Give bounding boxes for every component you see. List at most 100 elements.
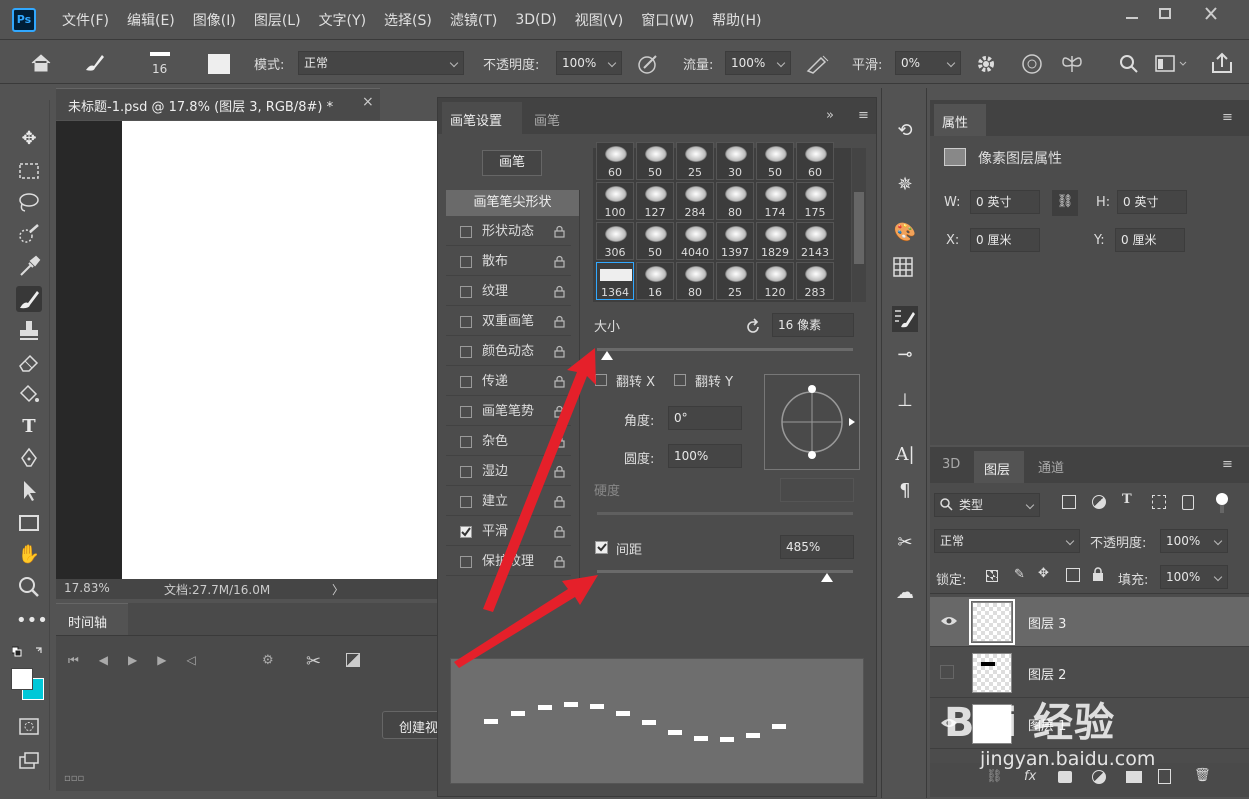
rectangle-tool-icon[interactable] <box>16 510 42 536</box>
lock-icon[interactable] <box>554 315 565 328</box>
brush-option-checkbox[interactable] <box>460 556 472 568</box>
history-icon[interactable]: ⟲ <box>892 118 918 144</box>
brush-option-checkbox[interactable] <box>460 526 472 538</box>
pen-tool-icon[interactable] <box>16 446 42 472</box>
lock-icon[interactable] <box>554 525 565 538</box>
lock-pixels-icon[interactable]: ✎ <box>1014 567 1025 582</box>
tab-channels[interactable]: 通道 <box>1038 457 1064 476</box>
collapse-icon[interactable]: » <box>826 108 834 123</box>
layer-thumbnail[interactable] <box>972 704 1012 744</box>
layer-row[interactable]: 图层 3 <box>930 597 1249 647</box>
brush-option-item[interactable]: 画笔笔势 <box>446 398 571 426</box>
angle-input[interactable]: 0° <box>668 406 742 430</box>
brush-option-checkbox[interactable] <box>460 496 472 508</box>
paragraph-panel-icon[interactable]: ¶ <box>892 478 918 504</box>
brush-option-checkbox[interactable] <box>460 256 472 268</box>
brush-option-item[interactable]: 颜色动态 <box>446 338 571 366</box>
brush-preset[interactable]: 50 <box>756 142 794 180</box>
tab-layers[interactable]: 图层 <box>974 451 1024 483</box>
x-input[interactable]: 0 厘米 <box>970 228 1040 252</box>
brush-option-item[interactable]: 传递 <box>446 368 571 396</box>
brush-settings-panel-icon[interactable] <box>892 306 918 332</box>
visibility-toggle[interactable] <box>940 665 954 679</box>
spacing-slider[interactable] <box>597 570 853 582</box>
filter-pixel-icon[interactable] <box>1062 495 1076 509</box>
hand-tool-icon[interactable]: ✋ <box>16 542 42 568</box>
blend-mode-select[interactable]: 正常 <box>934 529 1080 553</box>
eye-visibility-icon[interactable] <box>940 614 958 628</box>
layer-thumbnail[interactable] <box>969 599 1015 645</box>
quick-select-tool-icon[interactable] <box>16 222 42 248</box>
symmetry-butterfly-icon[interactable] <box>1060 52 1084 76</box>
lock-icon[interactable] <box>554 345 565 358</box>
brush-preset[interactable]: 283 <box>796 262 834 300</box>
lock-icon[interactable] <box>554 255 565 268</box>
close-icon[interactable] <box>1200 6 1222 22</box>
filter-adjustment-icon[interactable] <box>1092 495 1106 509</box>
smoothing-input[interactable]: 0% <box>895 51 961 75</box>
new-layer-icon[interactable] <box>1158 769 1171 784</box>
brush-option-item[interactable]: 湿边 <box>446 458 571 486</box>
size-slider[interactable] <box>597 348 853 360</box>
brush-angle-preview[interactable] <box>764 374 860 470</box>
marquee-tool-icon[interactable] <box>16 158 42 184</box>
screen-mode-icon[interactable] <box>16 748 42 774</box>
reset-size-icon[interactable] <box>744 318 762 336</box>
mode-select[interactable]: 正常 <box>298 51 464 75</box>
opacity-input[interactable]: 100% <box>556 51 622 75</box>
quick-mask-icon[interactable] <box>16 714 42 740</box>
brush-option-item[interactable]: 散布 <box>446 248 571 276</box>
y-input[interactable]: 0 厘米 <box>1115 228 1185 252</box>
minimize-icon[interactable] <box>1121 6 1143 22</box>
lock-icon[interactable] <box>554 465 565 478</box>
brush-tip-shape-item[interactable]: 画笔笔尖形状 <box>446 190 579 216</box>
lock-icon[interactable] <box>554 225 565 238</box>
flip-x-checkbox[interactable] <box>595 374 607 386</box>
brush-preset[interactable]: 306 <box>596 222 634 260</box>
tab-3d[interactable]: 3D <box>942 457 960 472</box>
create-video-timeline-button[interactable]: 创建视 <box>382 711 442 739</box>
brush-option-item[interactable]: 形状动态 <box>446 218 571 246</box>
width-input[interactable]: 0 英寸 <box>970 190 1040 214</box>
brush-preset[interactable]: 25 <box>676 142 714 180</box>
brush-option-item[interactable]: 双重画笔 <box>446 308 571 336</box>
stamp-tool-icon[interactable] <box>16 318 42 344</box>
playback-controls-icon[interactable]: ⏮◀▶▶◁ <box>68 653 216 668</box>
flow-input[interactable]: 100% <box>725 51 791 75</box>
scissors-icon[interactable]: ✂ <box>306 651 321 672</box>
lock-icon[interactable] <box>554 285 565 298</box>
layer-row[interactable]: 图层 2 <box>930 648 1249 698</box>
brush-preset[interactable]: 1397 <box>716 222 754 260</box>
brush-preset[interactable]: 1829 <box>756 222 794 260</box>
layer-thumbnail[interactable] <box>972 653 1012 693</box>
layer-opacity-input[interactable]: 100% <box>1160 529 1228 553</box>
layer-row[interactable]: 图层 1 <box>930 699 1249 749</box>
brush-option-checkbox[interactable] <box>460 376 472 388</box>
menu-item-8[interactable]: 视图(V) <box>575 10 624 30</box>
flip-y-checkbox[interactable] <box>674 374 686 386</box>
brush-option-checkbox[interactable] <box>460 286 472 298</box>
swap-default-colors-icon[interactable] <box>12 646 46 660</box>
presets-scrollbar[interactable] <box>852 148 866 302</box>
menu-item-5[interactable]: 选择(S) <box>384 10 432 30</box>
eye-visibility-icon[interactable] <box>940 716 958 730</box>
filter-shape-icon[interactable] <box>1152 495 1166 509</box>
lock-transparency-icon[interactable] <box>986 570 998 582</box>
brush-preset[interactable]: 120 <box>756 262 794 300</box>
link-layers-icon[interactable]: ⛓ <box>986 769 1003 784</box>
share-icon[interactable] <box>1210 52 1234 74</box>
filter-type-icon[interactable]: T <box>1122 492 1132 507</box>
brush-preset[interactable]: 16 <box>636 262 674 300</box>
brush-preset[interactable]: 4040 <box>676 222 714 260</box>
frames-icon[interactable]: ▫▫▫ <box>64 773 84 784</box>
brush-option-item[interactable]: 纹理 <box>446 278 571 306</box>
link-icon[interactable]: ⛓ <box>1052 190 1078 216</box>
brush-preset[interactable]: 127 <box>636 182 674 220</box>
gear-icon[interactable]: ⚙ <box>262 653 274 668</box>
add-mask-icon[interactable] <box>1058 771 1072 783</box>
brush-preset[interactable]: 60 <box>796 142 834 180</box>
brush-preset[interactable]: 30 <box>716 142 754 180</box>
zoom-tool-icon[interactable] <box>16 574 42 600</box>
brush-presets-panel-icon[interactable]: ⊸ <box>892 342 918 368</box>
panel-menu-icon[interactable]: ≡ <box>1222 110 1233 125</box>
